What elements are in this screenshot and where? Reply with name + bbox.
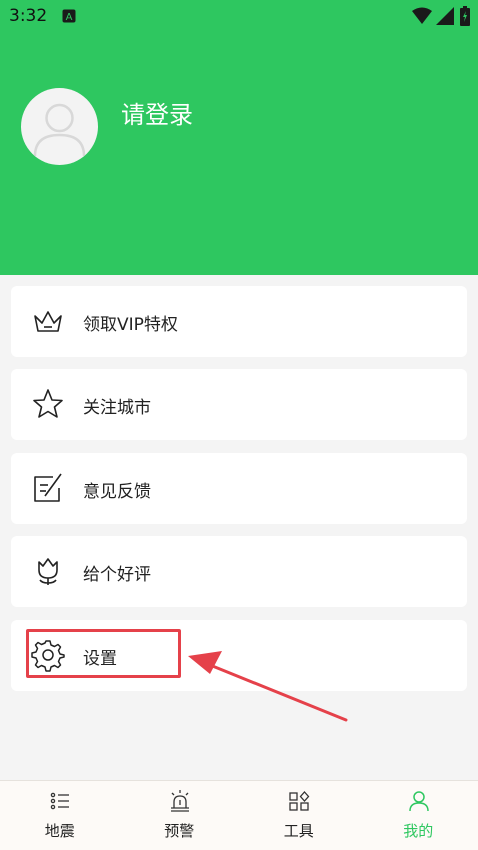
battery-icon — [460, 6, 470, 26]
menu-item-label: 关注城市 — [83, 393, 151, 418]
menu-item-label: 意见反馈 — [83, 477, 151, 502]
menu-item-rate[interactable]: 给个好评 — [11, 536, 467, 607]
default-user-avatar-icon — [21, 88, 98, 165]
tulip-icon — [31, 554, 65, 588]
menu-item-vip[interactable]: 领取VIP特权 — [11, 286, 467, 357]
star-icon — [31, 387, 65, 421]
list-icon — [48, 789, 72, 813]
nav-tab-mine[interactable]: 我的 — [359, 781, 478, 850]
status-time: 3:32 — [9, 6, 47, 26]
menu-item-follow-city[interactable]: 关注城市 — [11, 369, 467, 440]
crown-icon — [31, 304, 65, 338]
avatar[interactable] — [21, 88, 98, 165]
nav-label: 我的 — [359, 820, 478, 841]
profile-header: 3:32 A 请登录 — [0, 0, 478, 275]
bottom-nav: 地震 预警 工具 我的 — [0, 780, 478, 850]
nav-tab-warning[interactable]: 预警 — [120, 781, 240, 850]
annotation-arrow — [180, 640, 360, 730]
notification-a-icon: A — [62, 9, 76, 23]
nav-label: 预警 — [120, 820, 240, 841]
signal-icon — [436, 7, 454, 25]
wifi-icon — [412, 7, 432, 25]
nav-tab-tools[interactable]: 工具 — [239, 781, 359, 850]
settings-highlight-box — [26, 629, 181, 678]
nav-label: 地震 — [0, 820, 120, 841]
status-bar: 3:32 A — [0, 0, 478, 34]
nav-label: 工具 — [239, 820, 359, 841]
login-prompt[interactable]: 请登录 — [121, 95, 193, 130]
nav-tab-earthquake[interactable]: 地震 — [0, 781, 120, 850]
menu-item-label: 领取VIP特权 — [83, 310, 178, 335]
feedback-edit-icon — [31, 471, 65, 505]
alarm-light-icon — [168, 789, 192, 813]
person-icon — [407, 789, 431, 813]
menu-item-feedback[interactable]: 意见反馈 — [11, 453, 467, 524]
menu-item-label: 给个好评 — [83, 560, 151, 585]
svg-text:A: A — [66, 12, 73, 23]
grid-tools-icon — [287, 789, 311, 813]
